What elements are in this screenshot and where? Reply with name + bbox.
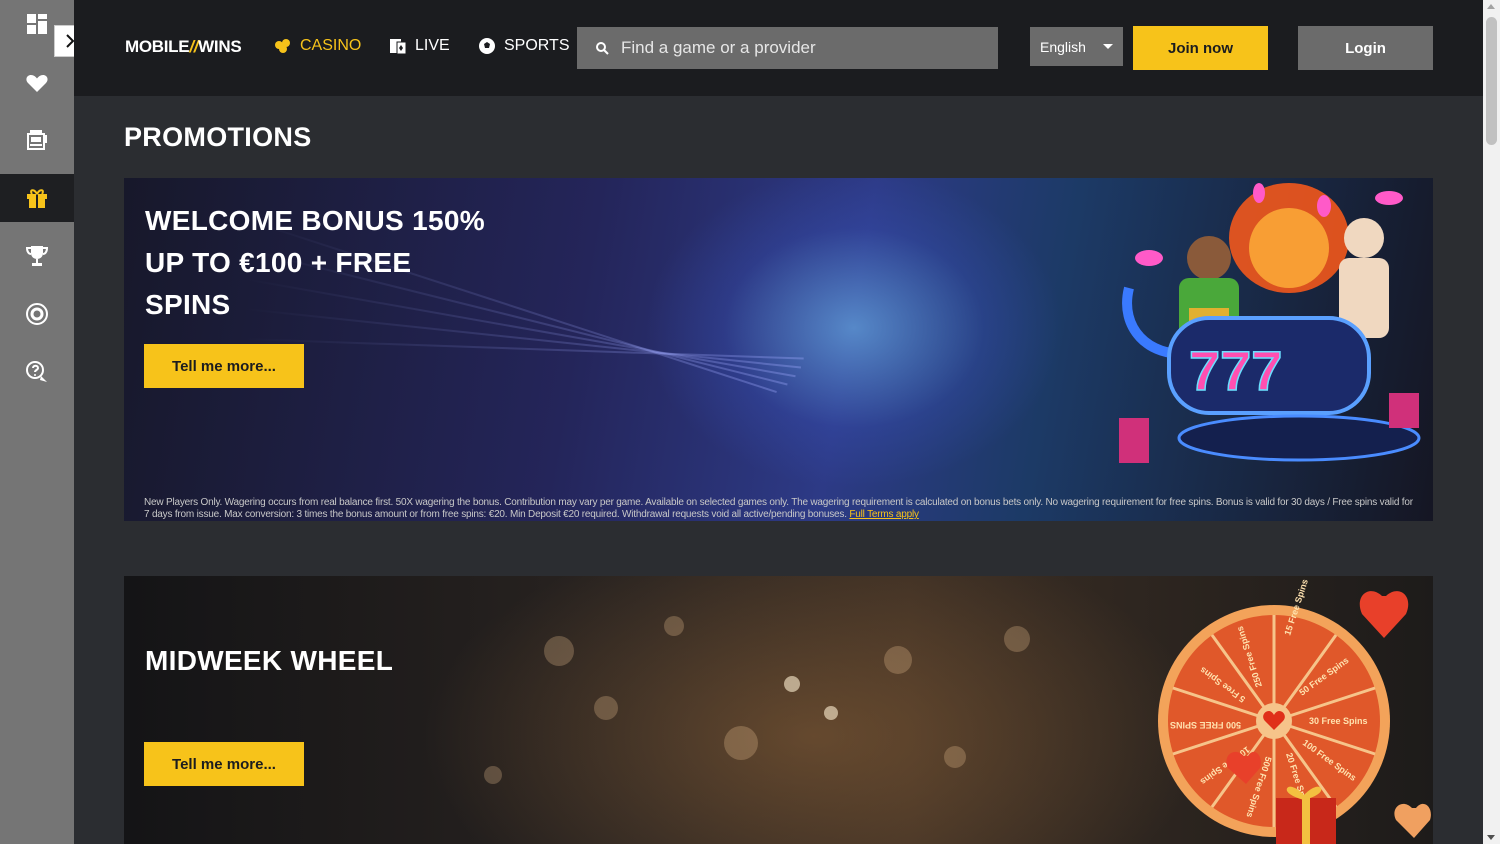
sidebar-item-help[interactable] — [0, 348, 74, 396]
bokeh-light — [724, 726, 758, 760]
promo-card-welcome-bonus: WELCOME BONUS 150% UP TO €100 + FREE SPI… — [124, 178, 1433, 521]
promo-title-line: UP TO €100 + FREE — [145, 247, 412, 278]
language-value: English — [1040, 38, 1086, 55]
bokeh-light — [484, 766, 502, 784]
bokeh-light — [544, 636, 574, 666]
nav-live-label: LIVE — [415, 37, 450, 54]
sidebar-item-slots[interactable] — [0, 116, 74, 164]
nav-casino[interactable]: CASINO — [274, 37, 361, 55]
page-title: PROMOTIONS — [124, 122, 312, 152]
gift-icon — [27, 189, 47, 208]
sidebar-item-support[interactable] — [0, 290, 74, 338]
scroll-down-arrow-icon[interactable] — [1487, 835, 1495, 840]
promo-title: WELCOME BONUS 150% UP TO €100 + FREE SPI… — [145, 200, 485, 326]
page-scrollbar[interactable] — [1483, 0, 1500, 844]
nav-casino-label: CASINO — [300, 37, 362, 54]
trophy-icon — [25, 246, 49, 266]
tell-me-more-button[interactable]: Tell me more... — [144, 344, 304, 388]
sidebar — [0, 0, 86, 844]
bokeh-light — [594, 696, 618, 720]
bokeh-light — [944, 746, 966, 768]
scrollbar-thumb[interactable] — [1486, 17, 1497, 145]
prize-wheel-illustration: 15 Free Spins 50 Free Spins 30 Free Spin… — [1158, 578, 1431, 844]
light-streak — [243, 338, 804, 360]
soccer-ball-icon — [479, 38, 495, 54]
heart-icon — [26, 75, 48, 92]
search-bar[interactable] — [577, 27, 998, 69]
bokeh-light — [664, 616, 684, 636]
search-icon — [596, 42, 609, 55]
site-logo[interactable]: MOBILE//WINS — [125, 37, 242, 57]
promo-title-line: WELCOME BONUS 150% — [145, 205, 485, 236]
bokeh-light — [1004, 626, 1030, 652]
tell-me-more-button[interactable]: Tell me more... — [144, 742, 304, 786]
promo-title: MIDWEEK WHEEL — [145, 645, 394, 676]
bokeh-light — [784, 676, 800, 692]
nav-sports-label: SPORTS — [504, 37, 570, 54]
terms-body: New Players Only. Wagering occurs from r… — [144, 497, 1413, 520]
slot-machine-icon — [27, 130, 47, 150]
live-cards-icon — [390, 39, 407, 55]
dashboard-icon — [27, 14, 47, 34]
bokeh-light — [884, 646, 912, 674]
sidebar-item-promotions[interactable] — [0, 174, 74, 222]
sidebar-item-favourites[interactable] — [0, 59, 74, 107]
wheel-segment-label: 500 FREE SPINS — [1170, 720, 1241, 730]
language-select[interactable]: English — [1030, 27, 1123, 66]
logo-slash: // — [189, 37, 199, 56]
login-button[interactable]: Login — [1298, 26, 1433, 70]
terms-text: New Players Only. Wagering occurs from r… — [144, 497, 1414, 521]
scroll-up-arrow-icon[interactable] — [1487, 4, 1495, 9]
wheel-segment-label: 30 Free Spins — [1309, 716, 1368, 726]
logo-text-right: WINS — [198, 37, 242, 56]
nav-live[interactable]: LIVE — [389, 37, 450, 55]
slot-machine-illustration: 777 — [1119, 183, 1421, 463]
nav-sports[interactable]: SPORTS — [478, 37, 570, 55]
promo-card-midweek-wheel: MIDWEEK WHEEL Tell me more... 15 Free Sp… — [124, 576, 1433, 844]
sidebar-item-tournaments[interactable] — [0, 232, 74, 280]
full-terms-link[interactable]: Full Terms apply — [849, 509, 919, 520]
logo-text-left: MOBILE — [125, 37, 190, 56]
casino-chips-icon — [275, 39, 290, 53]
help-chat-icon — [26, 361, 47, 382]
slot-digits: 777 — [1189, 339, 1282, 402]
top-header: MOBILE//WINS CASINO LIVE SPORTS English … — [74, 0, 1483, 96]
join-now-button[interactable]: Join now — [1133, 26, 1268, 70]
promo-title-line: SPINS — [145, 289, 231, 320]
bokeh-light — [824, 706, 838, 720]
search-input[interactable] — [621, 38, 981, 58]
lifebuoy-icon — [26, 303, 48, 325]
dropdown-caret-icon — [1103, 44, 1113, 49]
